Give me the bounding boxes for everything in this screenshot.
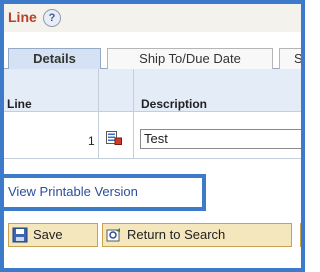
return-to-search-button[interactable]: Return to Search: [102, 223, 292, 247]
line-details-icon[interactable]: [106, 131, 122, 145]
column-header-description[interactable]: Description: [141, 97, 207, 111]
return-to-search-label: Return to Search: [127, 227, 226, 242]
page-title: Line: [8, 9, 37, 25]
view-printable-version-link[interactable]: View Printable Version: [8, 184, 138, 199]
return-to-search-icon: [106, 228, 120, 242]
tab-ship-to-due-date[interactable]: Ship To/Due Date: [107, 48, 273, 69]
tab-details[interactable]: Details: [8, 48, 101, 69]
save-button[interactable]: Save: [8, 223, 98, 247]
save-icon: [12, 227, 28, 243]
tab-bar: Details Ship To/Due Date S: [4, 42, 301, 69]
tab-third[interactable]: S: [279, 48, 301, 69]
column-header-line[interactable]: Line: [7, 97, 32, 111]
line-number: 1: [88, 134, 95, 148]
help-icon[interactable]: ?: [43, 9, 61, 27]
toolbar-button[interactable]: [300, 223, 301, 247]
description-field[interactable]: Test: [140, 129, 301, 149]
page-header: Line ?: [4, 4, 301, 32]
page-frame: Line ? Details Ship To/Due Date S Line D…: [0, 0, 305, 272]
save-button-label: Save: [33, 227, 63, 242]
